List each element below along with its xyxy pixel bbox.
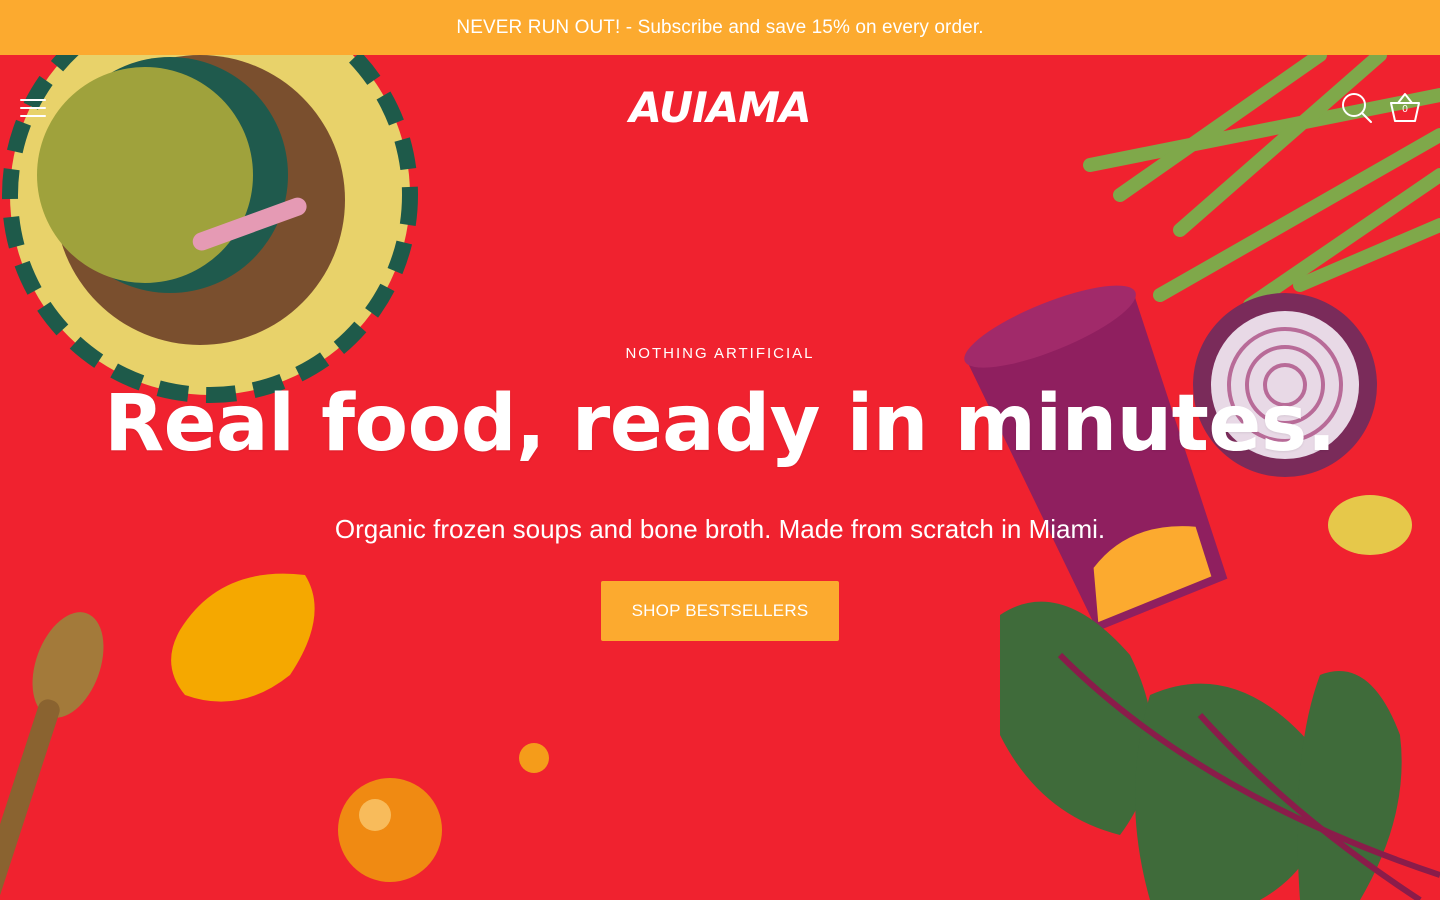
hero-eyebrow: NOTHING ARTIFICIAL xyxy=(625,345,815,362)
hero-section: AUIAMA 0 NOTHING ARTIFICIAL Real food, r… xyxy=(0,55,1440,900)
announcement-bar[interactable]: NEVER RUN OUT! - Subscribe and save 15% … xyxy=(0,0,1440,55)
hero-content: NOTHING ARTIFICIAL Real food, ready in m… xyxy=(0,345,1440,641)
hero-headline: Real food, ready in minutes. xyxy=(104,379,1336,469)
hero-subhead: Organic frozen soups and bone broth. Mad… xyxy=(334,513,1106,544)
honey-drop-small-image xyxy=(519,743,549,773)
search-icon[interactable] xyxy=(1340,91,1374,125)
honey-drop-large-image xyxy=(338,778,442,882)
cart-button[interactable]: 0 xyxy=(1388,91,1422,125)
cart-count: 0 xyxy=(1402,104,1408,115)
shop-bestsellers-button[interactable]: SHOP BESTSELLERS xyxy=(600,580,840,641)
announcement-text: NEVER RUN OUT! - Subscribe and save 15% … xyxy=(456,16,984,38)
site-header: AUIAMA 0 xyxy=(0,55,1440,165)
site-logo[interactable]: AUIAMA xyxy=(0,83,1440,132)
